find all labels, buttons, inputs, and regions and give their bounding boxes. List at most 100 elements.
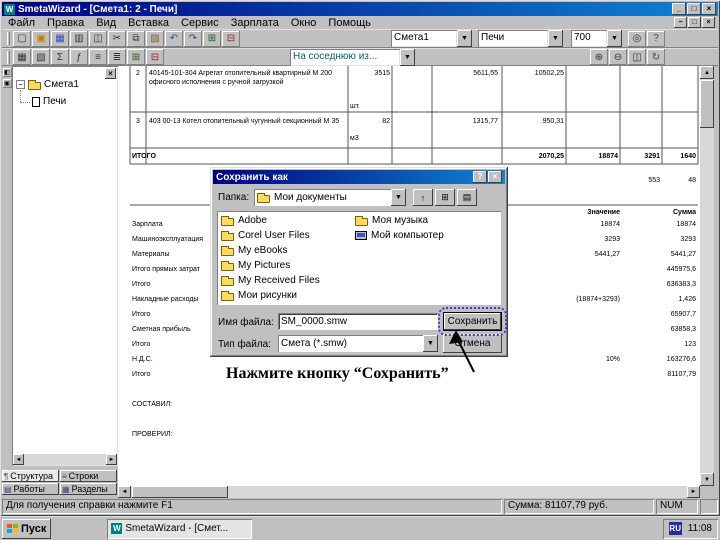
mdi-minimize-button[interactable]: − bbox=[674, 17, 687, 28]
view-tab-2[interactable]: ≡ Строки bbox=[60, 470, 117, 482]
scrollbar-thumb[interactable] bbox=[700, 80, 714, 128]
file-list-item[interactable]: My Pictures bbox=[221, 258, 355, 273]
save-icon[interactable]: ▦ bbox=[51, 30, 69, 47]
chevron-down-icon[interactable]: ▼ bbox=[457, 30, 472, 47]
file-list-item[interactable]: Мои рисунки bbox=[221, 288, 355, 303]
delete-row-icon[interactable]: ⊟ bbox=[222, 30, 240, 47]
dialog-close-button[interactable]: × bbox=[488, 171, 502, 183]
scroll-right-icon[interactable]: ► bbox=[106, 454, 117, 465]
filename-input[interactable] bbox=[278, 313, 438, 330]
tree-horizontal-scrollbar[interactable]: ◄ ► bbox=[13, 454, 117, 465]
help-icon[interactable]: ? bbox=[647, 30, 665, 47]
estimate-combobox[interactable]: Смета1 ▼ bbox=[391, 30, 472, 47]
menu-item-1[interactable]: Файл bbox=[2, 17, 41, 29]
clock[interactable]: 11:08 bbox=[688, 523, 712, 534]
view-menu-icon[interactable]: ▤ bbox=[457, 189, 477, 206]
up-one-level-icon[interactable]: ↑ bbox=[413, 189, 433, 206]
refresh-icon[interactable]: ↻ bbox=[647, 49, 665, 65]
table-icon[interactable]: ▦ bbox=[13, 49, 31, 65]
menu-item-8[interactable]: Помощь bbox=[322, 17, 377, 29]
menu-item-2[interactable]: Правка bbox=[41, 17, 90, 29]
save-button[interactable]: Сохранить bbox=[443, 312, 502, 331]
mdi-window-controls: − □ × bbox=[674, 17, 718, 28]
page-setup-icon[interactable]: ◫ bbox=[628, 49, 646, 65]
close-button[interactable]: × bbox=[702, 3, 716, 15]
filetype-combobox[interactable]: Смета (*.smw) ▼ bbox=[278, 335, 438, 352]
tree-item-estimate[interactable]: − Смета1 bbox=[16, 79, 79, 90]
sum-icon[interactable]: Σ bbox=[51, 49, 69, 65]
language-indicator[interactable]: RU bbox=[668, 522, 682, 535]
view-tab-3[interactable]: ▤ Работы bbox=[2, 483, 59, 495]
chevron-down-icon[interactable]: ▼ bbox=[391, 189, 406, 206]
chevron-down-icon[interactable]: ▼ bbox=[607, 30, 622, 47]
formula-combobox[interactable]: На соседнюю из... ▼ bbox=[290, 48, 415, 66]
dialog-help-button[interactable]: ? bbox=[473, 171, 487, 183]
scroll-up-icon[interactable]: ▲ bbox=[700, 66, 714, 79]
menu-item-5[interactable]: Сервис bbox=[175, 17, 225, 29]
mdi-restore-button[interactable]: □ bbox=[688, 17, 701, 28]
scroll-left-icon[interactable]: ◄ bbox=[13, 454, 24, 465]
insert-cell-icon[interactable]: ⊞ bbox=[127, 49, 145, 65]
menu-item-4[interactable]: Вставка bbox=[122, 17, 175, 29]
tree-item-chapter[interactable]: Печи bbox=[32, 96, 66, 107]
new-icon[interactable]: ▢ bbox=[13, 30, 31, 47]
menu-item-7[interactable]: Окно bbox=[285, 17, 323, 29]
title-bar[interactable]: W SmetaWizard - [Смета1: 2 - Печи] _ □ × bbox=[2, 2, 718, 16]
scroll-down-icon[interactable]: ▼ bbox=[700, 473, 714, 486]
dialog-title-bar[interactable]: Сохранить как ? × bbox=[213, 170, 505, 184]
start-button[interactable]: Пуск bbox=[2, 518, 52, 539]
panel-pin-icon[interactable]: ▣ bbox=[2, 79, 12, 88]
chevron-down-icon[interactable]: ▼ bbox=[423, 335, 438, 352]
file-list-item[interactable]: Adobe bbox=[221, 213, 355, 228]
scrollbar-thumb[interactable] bbox=[132, 486, 228, 498]
delete-cell-icon[interactable]: ⊟ bbox=[146, 49, 164, 65]
toolbar-grip[interactable] bbox=[7, 50, 10, 64]
undo-icon[interactable]: ↶ bbox=[165, 30, 183, 47]
chevron-down-icon[interactable]: ▼ bbox=[400, 48, 415, 66]
function-icon[interactable]: ƒ bbox=[70, 49, 88, 65]
open-icon[interactable]: ▣ bbox=[32, 30, 50, 47]
taskbar-task-button[interactable]: W SmetaWizard - [Смет... bbox=[107, 518, 253, 539]
file-list-item[interactable]: My eBooks bbox=[221, 243, 355, 258]
zoom-in-icon[interactable]: ⊕ bbox=[590, 49, 608, 65]
align-left-icon[interactable]: ≡ bbox=[89, 49, 107, 65]
task-button-label: SmetaWizard - [Смет... bbox=[125, 523, 229, 534]
file-list-item[interactable]: Corel User Files bbox=[221, 228, 355, 243]
chapter-combobox[interactable]: Печи ▼ bbox=[478, 30, 563, 47]
zoom-out-icon[interactable]: ⊖ bbox=[609, 49, 627, 65]
cut-icon[interactable]: ✂ bbox=[108, 30, 126, 47]
zoom-combobox[interactable]: 700 ▼ bbox=[571, 30, 622, 47]
panel-toggle-icon[interactable]: ◧ bbox=[2, 68, 12, 77]
create-new-folder-icon[interactable]: ⊞ bbox=[435, 189, 455, 206]
file-list[interactable]: Adobe Corel User Files My eBooks My Picture… bbox=[217, 211, 501, 305]
copy-icon[interactable]: ⧉ bbox=[127, 30, 145, 47]
toolbar-grip[interactable] bbox=[7, 32, 10, 45]
align-justify-icon[interactable]: ≣ bbox=[108, 49, 126, 65]
view-tab-4[interactable]: ▦ Разделы bbox=[60, 483, 117, 495]
chevron-down-icon[interactable]: ▼ bbox=[548, 30, 563, 47]
find-icon[interactable]: ◎ bbox=[628, 30, 646, 47]
insert-row-icon[interactable]: ⊞ bbox=[203, 30, 221, 47]
redo-icon[interactable]: ↷ bbox=[184, 30, 202, 47]
minimize-button[interactable]: _ bbox=[672, 3, 686, 15]
menu-item-3[interactable]: Вид bbox=[90, 17, 122, 29]
print-preview-icon[interactable]: ◫ bbox=[89, 30, 107, 47]
collapse-icon[interactable]: − bbox=[16, 80, 25, 89]
borders-icon[interactable]: ▧ bbox=[32, 49, 50, 65]
paste-icon[interactable]: ▨ bbox=[146, 30, 164, 47]
scrollbar-corner bbox=[700, 486, 714, 498]
mdi-close-button[interactable]: × bbox=[702, 17, 715, 28]
vertical-scrollbar[interactable]: ▲ ▼ bbox=[700, 66, 714, 486]
maximize-button[interactable]: □ bbox=[687, 3, 701, 15]
scroll-right-icon[interactable]: ► bbox=[687, 486, 700, 498]
file-list-item[interactable]: My Received Files bbox=[221, 273, 355, 288]
file-list-item[interactable]: Моя музыка bbox=[355, 213, 489, 228]
menu-item-6[interactable]: Зарплата bbox=[225, 17, 285, 29]
file-list-item[interactable]: Мой компьютер bbox=[355, 228, 489, 243]
folder-combobox[interactable]: Мои документы ▼ bbox=[254, 189, 406, 206]
print-icon[interactable]: ▥ bbox=[70, 30, 88, 47]
close-panel-button[interactable]: × bbox=[105, 68, 116, 79]
view-tab-1[interactable]: ¶ Структура bbox=[2, 470, 59, 482]
folder-combobox-value: Мои документы bbox=[274, 192, 347, 203]
horizontal-scrollbar[interactable]: ◄ ► bbox=[118, 486, 700, 498]
